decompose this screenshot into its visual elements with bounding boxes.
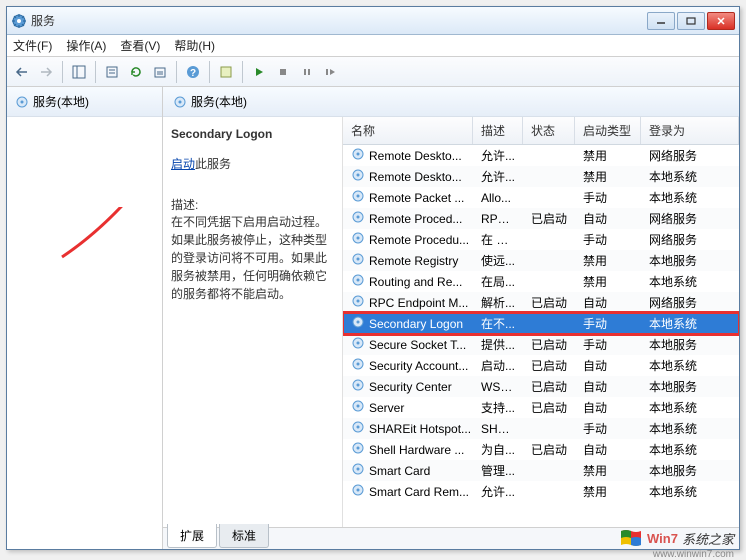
selected-service-name: Secondary Logon — [171, 127, 334, 141]
show-hide-tree-button[interactable] — [68, 61, 90, 83]
service-control-button[interactable] — [215, 61, 237, 83]
back-button[interactable] — [11, 61, 33, 83]
gear-icon — [351, 168, 365, 185]
list-columns-header: 名称 描述 状态 启动类型 登录为 — [343, 117, 739, 145]
gear-icon — [351, 441, 365, 458]
gear-icon — [351, 378, 365, 395]
minimize-button[interactable] — [647, 12, 675, 30]
tab-standard[interactable]: 标准 — [219, 524, 269, 548]
service-row[interactable]: SHAREit Hotspot...SHA...手动本地系统 — [343, 418, 739, 439]
gear-icon — [351, 357, 365, 374]
service-row[interactable]: Security CenterWSC...已启动自动本地服务 — [343, 376, 739, 397]
svg-text:?: ? — [190, 68, 196, 79]
forward-button[interactable] — [35, 61, 57, 83]
gear-icon — [351, 210, 365, 227]
toolbar: ? — [7, 57, 739, 87]
close-button[interactable] — [707, 12, 735, 30]
stop-service-button[interactable] — [272, 61, 294, 83]
column-name[interactable]: 名称 — [343, 117, 473, 144]
start-service-link[interactable]: 启动 — [171, 157, 195, 171]
refresh-button[interactable] — [125, 61, 147, 83]
gear-icon — [351, 273, 365, 290]
description-text: 在不同凭据下启用启动过程。如果此服务被停止，这种类型的登录访问将不可用。如果此服… — [171, 213, 334, 303]
menu-file[interactable]: 文件(F) — [13, 37, 52, 54]
service-row[interactable]: Remote Registry使远...禁用本地服务 — [343, 250, 739, 271]
tree-node-services-local[interactable]: 服务(本地) — [7, 87, 162, 117]
service-row[interactable]: RPC Endpoint M...解析...已启动自动网络服务 — [343, 292, 739, 313]
service-row[interactable]: Security Account...启动...已启动自动本地系统 — [343, 355, 739, 376]
service-row[interactable]: Remote Procedu...在 W...手动网络服务 — [343, 229, 739, 250]
services-list: 名称 描述 状态 启动类型 登录为 Remote Deskto...允许...禁… — [343, 117, 739, 527]
detail-pane: Secondary Logon 启动此服务 描述: 在不同凭据下启用启动过程。如… — [163, 117, 343, 527]
service-row[interactable]: Remote Packet ...Allo...手动本地系统 — [343, 187, 739, 208]
service-row[interactable]: Smart Card Rem...允许...禁用本地系统 — [343, 481, 739, 502]
maximize-button[interactable] — [677, 12, 705, 30]
right-pane-header: 服务(本地) — [163, 87, 739, 117]
service-row[interactable]: Remote Deskto...允许...禁用本地系统 — [343, 166, 739, 187]
gear-icon — [351, 147, 365, 164]
services-window: 服务 文件(F) 操作(A) 查看(V) 帮助(H) ? — [6, 6, 740, 550]
gear-icon — [351, 231, 365, 248]
description-label: 描述: — [171, 196, 334, 213]
service-row[interactable]: Secondary Logon在不...手动本地系统 — [343, 313, 739, 334]
export-button[interactable] — [149, 61, 171, 83]
gear-icon — [351, 252, 365, 269]
menu-view[interactable]: 查看(V) — [120, 37, 160, 54]
gear-icon — [351, 315, 365, 332]
pause-service-button[interactable] — [296, 61, 318, 83]
gear-icon — [351, 420, 365, 437]
tab-extended[interactable]: 扩展 — [167, 524, 217, 548]
help-button[interactable]: ? — [182, 61, 204, 83]
watermark: Win7 系统之家 www.winwin7.com — [619, 528, 734, 548]
service-row[interactable]: Shell Hardware ...为自...已启动自动本地系统 — [343, 439, 739, 460]
column-startup-type[interactable]: 启动类型 — [575, 117, 641, 144]
left-tree-pane: 服务(本地) — [7, 87, 163, 549]
restart-service-button[interactable] — [320, 61, 342, 83]
gear-icon — [173, 95, 187, 109]
service-row[interactable]: Secure Socket T...提供...已启动手动本地服务 — [343, 334, 739, 355]
gear-icon — [351, 483, 365, 500]
gear-icon — [351, 399, 365, 416]
column-description[interactable]: 描述 — [473, 117, 523, 144]
services-app-icon — [11, 13, 27, 29]
menu-help[interactable]: 帮助(H) — [174, 37, 215, 54]
gear-icon — [351, 462, 365, 479]
window-title: 服务 — [31, 12, 647, 29]
gear-icon — [351, 336, 365, 353]
windows-flag-icon — [619, 528, 643, 548]
titlebar[interactable]: 服务 — [7, 7, 739, 35]
start-service-button[interactable] — [248, 61, 270, 83]
column-status[interactable]: 状态 — [523, 117, 575, 144]
service-row[interactable]: Server支持...已启动自动本地系统 — [343, 397, 739, 418]
service-row[interactable]: Routing and Re...在局...禁用本地系统 — [343, 271, 739, 292]
properties-button[interactable] — [101, 61, 123, 83]
menubar: 文件(F) 操作(A) 查看(V) 帮助(H) — [7, 35, 739, 57]
menu-action[interactable]: 操作(A) — [66, 37, 106, 54]
service-row[interactable]: Remote Deskto...允许...禁用网络服务 — [343, 145, 739, 166]
service-row[interactable]: Remote Proced...RPC...已启动自动网络服务 — [343, 208, 739, 229]
gear-icon — [15, 95, 29, 109]
gear-icon — [351, 294, 365, 311]
column-logon-as[interactable]: 登录为 — [641, 117, 739, 144]
gear-icon — [351, 189, 365, 206]
service-row[interactable]: Smart Card管理...禁用本地服务 — [343, 460, 739, 481]
